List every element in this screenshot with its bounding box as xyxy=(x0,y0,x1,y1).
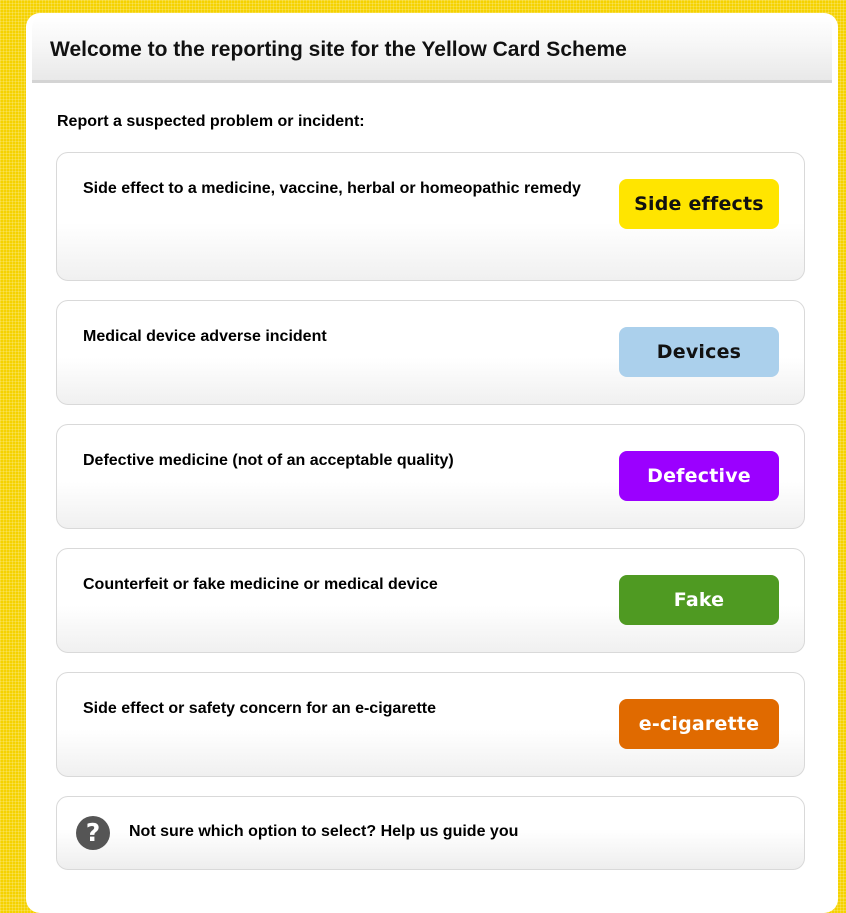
option-description: Defective medicine (not of an acceptable… xyxy=(83,452,454,469)
option-card-e-cigarette[interactable]: Side effect or safety concern for an e-c… xyxy=(56,672,805,777)
help-guide-link[interactable]: Not sure which option to select? Help us… xyxy=(129,823,518,841)
help-guide-card[interactable]: ? Not sure which option to select? Help … xyxy=(56,796,805,870)
defective-button[interactable]: Defective xyxy=(619,451,779,501)
main-panel: Welcome to the reporting site for the Ye… xyxy=(26,13,838,913)
option-card-defective[interactable]: Defective medicine (not of an acceptable… xyxy=(56,424,805,529)
option-card-fake[interactable]: Counterfeit or fake medicine or medical … xyxy=(56,548,805,653)
intro-text: Report a suspected problem or incident: xyxy=(57,113,365,130)
option-card-side-effects[interactable]: Side effect to a medicine, vaccine, herb… xyxy=(56,152,805,281)
option-description: Counterfeit or fake medicine or medical … xyxy=(83,576,438,593)
page-title: Welcome to the reporting site for the Ye… xyxy=(50,38,627,61)
option-card-devices[interactable]: Medical device adverse incident Devices xyxy=(56,300,805,405)
fake-button[interactable]: Fake xyxy=(619,575,779,625)
option-description: Medical device adverse incident xyxy=(83,328,327,345)
option-description: Side effect or safety concern for an e-c… xyxy=(83,700,436,717)
panel-header: Welcome to the reporting site for the Ye… xyxy=(32,17,832,83)
option-description: Side effect to a medicine, vaccine, herb… xyxy=(83,180,581,197)
question-circle-icon: ? xyxy=(76,816,110,850)
e-cigarette-button[interactable]: e-cigarette xyxy=(619,699,779,749)
side-effects-button[interactable]: Side effects xyxy=(619,179,779,229)
devices-button[interactable]: Devices xyxy=(619,327,779,377)
